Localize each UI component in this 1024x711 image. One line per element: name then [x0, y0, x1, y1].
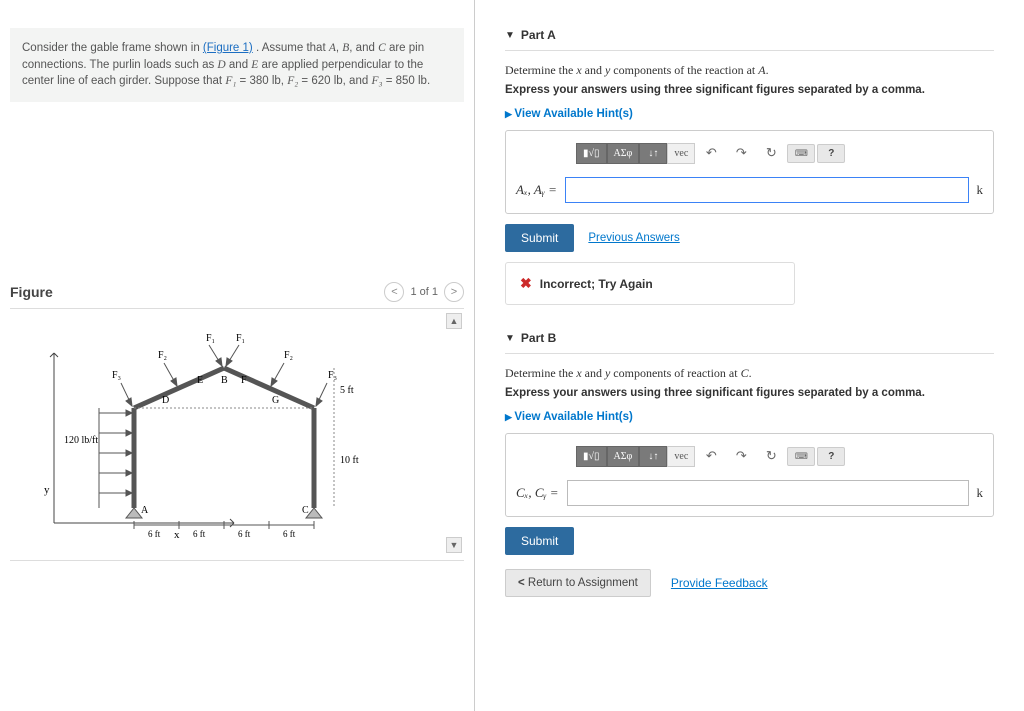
part-a-submit-button[interactable]: Submit: [505, 224, 574, 252]
svg-text:G: G: [272, 395, 279, 406]
figure-prev-button[interactable]: <: [384, 282, 404, 302]
figure-nav: < 1 of 1 >: [384, 282, 464, 302]
templates-button[interactable]: ▮√▯: [576, 143, 607, 164]
keyboard-button[interactable]: ⌨: [787, 447, 815, 466]
keyboard-button[interactable]: ⌨: [787, 144, 815, 163]
svg-text:B: B: [221, 375, 228, 386]
svg-text:6 ft: 6 ft: [193, 529, 206, 539]
part-b-instruction: Express your answers using three signifi…: [505, 387, 994, 399]
svg-text:F₁: F₁: [206, 333, 215, 344]
part-b-input-label: Cₓ, Cᵧ =: [516, 485, 559, 501]
figure-title: Figure: [10, 284, 53, 300]
svg-text:A: A: [141, 505, 149, 516]
part-a-toolbar: ▮√▯ ΑΣφ ↓↑ vec ↶ ↷ ↻ ⌨ ?: [516, 141, 983, 165]
help-button[interactable]: ?: [817, 144, 845, 163]
figure-frame: ▲ ▼ y x: [10, 308, 464, 561]
part-b-submit-button[interactable]: Submit: [505, 527, 574, 555]
svg-text:D: D: [162, 395, 169, 406]
part-b-unit: k: [977, 485, 984, 501]
vec-button[interactable]: vec: [667, 143, 695, 164]
help-button[interactable]: ?: [817, 447, 845, 466]
svg-text:F₃: F₃: [112, 370, 121, 381]
incorrect-icon: ✖: [520, 275, 532, 292]
part-a-unit: k: [977, 182, 984, 198]
part-b-header[interactable]: ▼ Part B: [505, 323, 994, 354]
scripts-button[interactable]: ↓↑: [639, 143, 667, 164]
svg-text:6 ft: 6 ft: [238, 529, 251, 539]
svg-text:y: y: [44, 484, 50, 496]
figure-scrollbar[interactable]: ▲ ▼: [446, 313, 462, 553]
undo-button[interactable]: ↶: [697, 444, 725, 468]
part-a-input-label: Aₓ, Aᵧ =: [516, 182, 557, 198]
svg-text:x: x: [174, 529, 180, 541]
redo-button[interactable]: ↷: [727, 141, 755, 165]
part-a-question: Determine the x and y components of the …: [505, 63, 994, 78]
reset-button[interactable]: ↻: [757, 444, 785, 468]
scroll-up-icon[interactable]: ▲: [446, 313, 462, 329]
templates-button[interactable]: ▮√▯: [576, 446, 607, 467]
svg-text:6 ft: 6 ft: [148, 529, 161, 539]
part-b-toolbar: ▮√▯ ΑΣφ ↓↑ vec ↶ ↷ ↻ ⌨ ?: [516, 444, 983, 468]
svg-text:6 ft: 6 ft: [283, 529, 296, 539]
svg-text:F₂: F₂: [158, 350, 167, 361]
part-b-question: Determine the x and y components of reac…: [505, 366, 994, 381]
scroll-down-icon[interactable]: ▼: [446, 537, 462, 553]
scripts-button[interactable]: ↓↑: [639, 446, 667, 467]
problem-text: Consider the gable frame shown in: [22, 42, 203, 54]
redo-button[interactable]: ↷: [727, 444, 755, 468]
gable-frame-diagram: y x: [14, 313, 434, 553]
svg-text:E: E: [197, 375, 203, 386]
right-column: ▼ Part A Determine the x and y component…: [475, 0, 1024, 711]
svg-text:F₂: F₂: [284, 350, 293, 361]
reset-button[interactable]: ↻: [757, 141, 785, 165]
part-a-header[interactable]: ▼ Part A: [505, 20, 994, 51]
part-a-instruction: Express your answers using three signifi…: [505, 84, 994, 96]
part-b-title: Part B: [521, 331, 556, 345]
provide-feedback-link[interactable]: Provide Feedback: [671, 576, 768, 590]
svg-text:120 lb/ft: 120 lb/ft: [64, 435, 98, 446]
left-column: Consider the gable frame shown in (Figur…: [0, 0, 475, 711]
part-b-answer-input[interactable]: [567, 480, 969, 506]
greek-button[interactable]: ΑΣφ: [607, 446, 640, 467]
undo-button[interactable]: ↶: [697, 141, 725, 165]
part-b-answer-panel: ▮√▯ ΑΣφ ↓↑ vec ↶ ↷ ↻ ⌨ ? Cₓ, Cᵧ = k: [505, 433, 994, 517]
part-a-title: Part A: [521, 28, 556, 42]
greek-button[interactable]: ΑΣφ: [607, 143, 640, 164]
problem-statement: Consider the gable frame shown in (Figur…: [10, 28, 464, 102]
part-a-hints-link[interactable]: View Available Hint(s): [505, 108, 633, 120]
part-a-answer-input[interactable]: [565, 177, 969, 203]
caret-down-icon: ▼: [505, 333, 515, 344]
part-a-previous-answers-link[interactable]: Previous Answers: [588, 232, 679, 244]
vec-button[interactable]: vec: [667, 446, 695, 467]
return-to-assignment-button[interactable]: Return to Assignment: [505, 569, 651, 597]
figure-section: Figure < 1 of 1 > ▲ ▼: [10, 282, 464, 561]
svg-text:10 ft: 10 ft: [340, 455, 359, 466]
feedback-text: Incorrect; Try Again: [540, 277, 653, 291]
part-a-answer-panel: ▮√▯ ΑΣφ ↓↑ vec ↶ ↷ ↻ ⌨ ? Aₓ, Aᵧ = k: [505, 130, 994, 214]
figure-next-button[interactable]: >: [444, 282, 464, 302]
figure-link[interactable]: (Figure 1): [203, 42, 253, 54]
part-a-feedback: ✖ Incorrect; Try Again: [505, 262, 795, 305]
figure-count: 1 of 1: [410, 286, 438, 298]
svg-text:F₃: F₃: [328, 370, 337, 381]
svg-text:F₁: F₁: [236, 333, 245, 344]
svg-text:5 ft: 5 ft: [340, 385, 354, 396]
part-b-hints-link[interactable]: View Available Hint(s): [505, 411, 633, 423]
caret-down-icon: ▼: [505, 30, 515, 41]
svg-text:F: F: [241, 375, 247, 386]
svg-text:C: C: [302, 505, 309, 516]
